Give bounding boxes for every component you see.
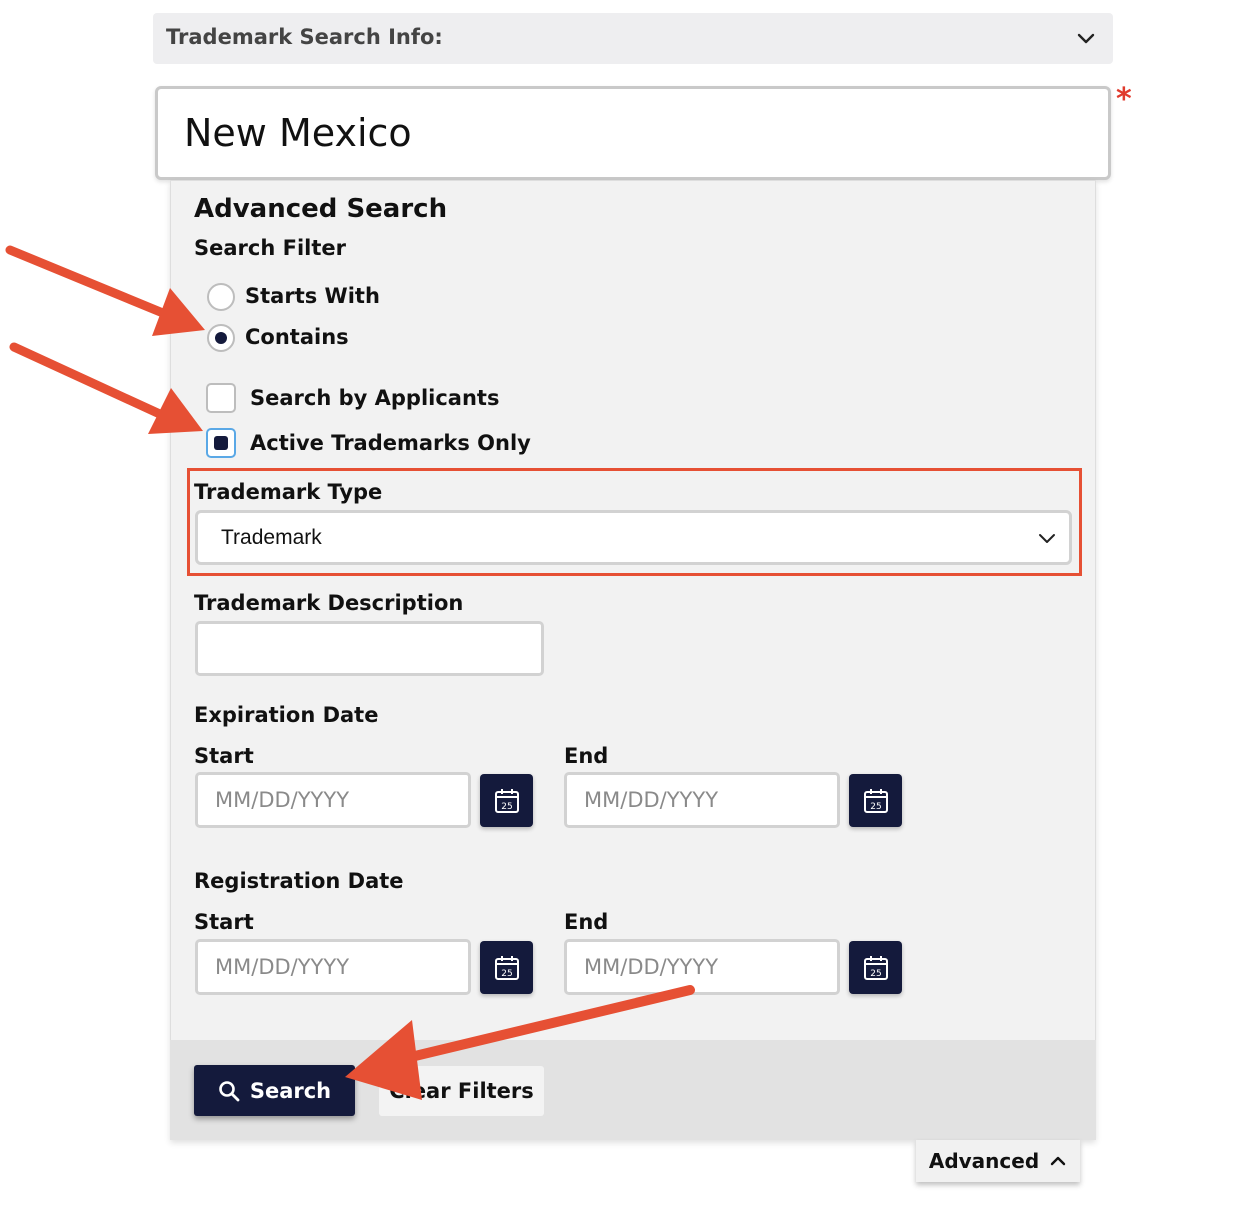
expiration-start-date-input[interactable] — [195, 772, 471, 828]
calendar-icon: 25 — [863, 955, 888, 980]
search-icon — [219, 1080, 240, 1101]
expiration-end-label: End — [564, 744, 609, 768]
registration-end-calendar-button[interactable]: 25 — [849, 941, 902, 994]
chevron-down-icon — [1039, 534, 1055, 543]
search-button-label: Search — [249, 1078, 332, 1103]
header-title: Trademark Search Info: — [166, 25, 443, 49]
registration-start-label: Start — [194, 910, 254, 934]
calendar-icon: 25 — [494, 788, 519, 813]
radio-starts-with[interactable] — [207, 283, 235, 311]
search-button[interactable]: Search — [194, 1065, 355, 1116]
trademark-type-label: Trademark Type — [194, 480, 383, 504]
advanced-toggle-button[interactable]: Advanced — [916, 1140, 1080, 1182]
trademark-type-select[interactable]: Trademark — [195, 510, 1072, 565]
registration-start-calendar-button[interactable]: 25 — [480, 941, 533, 994]
expiration-start-label: Start — [194, 744, 254, 768]
radio-contains[interactable] — [207, 324, 235, 352]
trademark-search-info-header[interactable]: Trademark Search Info: — [153, 13, 1113, 64]
calendar-day: 25 — [870, 969, 881, 979]
calendar-day: 25 — [501, 969, 512, 979]
calendar-day: 25 — [501, 802, 512, 812]
trademark-description-label: Trademark Description — [194, 591, 464, 615]
radio-contains-label[interactable]: Contains — [245, 325, 349, 349]
expiration-date-label: Expiration Date — [194, 703, 379, 727]
required-marker: * — [1116, 82, 1132, 117]
trademark-description-input[interactable] — [195, 621, 544, 676]
search-filter-label: Search Filter — [194, 236, 346, 260]
advanced-search-heading: Advanced Search — [194, 194, 448, 224]
chevron-down-icon — [1077, 33, 1095, 44]
registration-date-label: Registration Date — [194, 869, 404, 893]
trademark-type-selected-value: Trademark — [221, 526, 322, 549]
clear-filters-label: Clear Filters — [389, 1079, 534, 1103]
registration-end-label: End — [564, 910, 609, 934]
advanced-toggle-label: Advanced — [928, 1149, 1040, 1173]
expiration-start-calendar-button[interactable]: 25 — [480, 774, 533, 827]
expiration-end-calendar-button[interactable]: 25 — [849, 774, 902, 827]
calendar-icon: 25 — [863, 788, 888, 813]
registration-start-date-input[interactable] — [195, 939, 471, 995]
chevron-up-icon — [1050, 1156, 1066, 1166]
checkbox-search-by-applicants[interactable] — [206, 383, 236, 413]
registration-end-date-input[interactable] — [564, 939, 840, 995]
expiration-end-date-input[interactable] — [564, 772, 840, 828]
calendar-icon: 25 — [494, 955, 519, 980]
trademark-search-input[interactable] — [155, 86, 1111, 180]
checkbox-active-trademarks-only[interactable] — [206, 428, 236, 458]
radio-starts-with-label[interactable]: Starts With — [245, 284, 380, 308]
checkbox-search-by-applicants-label[interactable]: Search by Applicants — [250, 386, 499, 410]
clear-filters-button[interactable]: Clear Filters — [379, 1066, 544, 1116]
calendar-day: 25 — [870, 802, 881, 812]
checkbox-active-trademarks-only-label[interactable]: Active Trademarks Only — [250, 431, 531, 455]
